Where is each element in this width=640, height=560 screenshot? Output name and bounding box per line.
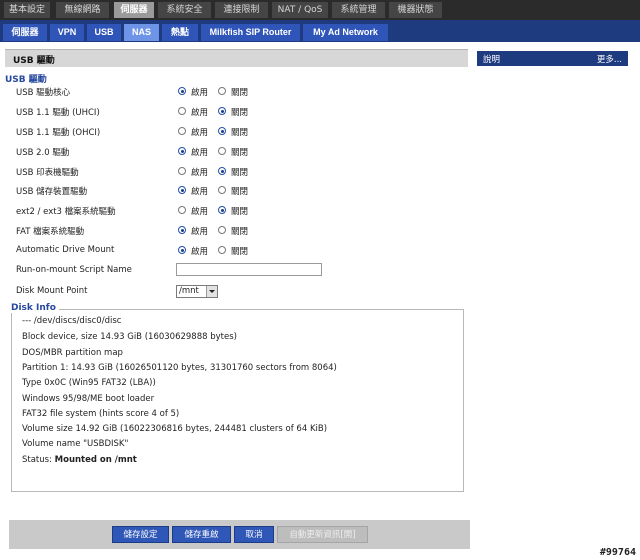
sub-nav: 伺服器 VPN USB NAS 熱點 Milkfish SIP Router M…: [0, 20, 640, 42]
enable-label: 啟用: [191, 108, 209, 118]
top-tab-status[interactable]: 機器狀態: [389, 2, 442, 18]
setting-label-usb2: USB 2.0 驅動: [16, 148, 70, 158]
ohci-enable-radio[interactable]: [178, 127, 186, 135]
ext-enable-radio[interactable]: [178, 206, 186, 214]
setting-label-fat: FAT 檔案系統驅動: [16, 227, 85, 237]
storage-disable-radio[interactable]: [218, 186, 226, 194]
disk-info-line: Partition 1: 14.93 GiB (16026501120 byte…: [22, 363, 337, 373]
help-more-link[interactable]: 更多...: [597, 53, 622, 65]
top-tab-services[interactable]: 伺服器: [114, 2, 154, 18]
panel-header: USB 驅動: [5, 49, 468, 67]
setting-label-uhci: USB 1.1 驅動 (UHCI): [16, 108, 100, 118]
disable-label: 關閉: [231, 187, 249, 197]
fat-disable-radio[interactable]: [218, 226, 226, 234]
storage-enable-radio[interactable]: [178, 186, 186, 194]
sub-tab-services[interactable]: 伺服器: [3, 24, 47, 41]
setting-label-storage: USB 儲存裝置驅動: [16, 187, 88, 197]
enable-label: 啟用: [191, 168, 209, 178]
help-panel-header: 說明 更多...: [477, 51, 628, 66]
setting-label-usb-core: USB 驅動核心: [16, 88, 71, 98]
script-name-label: Run-on-mount Script Name: [16, 265, 132, 275]
sub-tab-hotspot[interactable]: 熱點: [162, 24, 198, 41]
disk-info-line: Block device, size 14.93 GiB (1603062988…: [22, 332, 237, 342]
disable-label: 關閉: [231, 88, 249, 98]
sub-tab-usb[interactable]: USB: [87, 24, 121, 41]
disk-status-line: Status: Mounted on /mnt: [22, 455, 137, 465]
mount-point-label: Disk Mount Point: [16, 286, 88, 296]
printer-enable-radio[interactable]: [178, 167, 186, 175]
disk-info-line: Type 0x0C (Win95 FAT32 (LBA)): [22, 378, 156, 388]
disable-label: 關閉: [231, 168, 249, 178]
usb2-enable-radio[interactable]: [178, 147, 186, 155]
sub-tab-milkfish[interactable]: Milkfish SIP Router: [201, 24, 300, 41]
setting-label-automount: Automatic Drive Mount: [16, 245, 115, 255]
usb-core-enable-radio[interactable]: [178, 87, 186, 95]
top-tab-access[interactable]: 連接限制: [215, 2, 268, 18]
top-tab-basic[interactable]: 基本設定: [4, 2, 50, 18]
status-label: Status:: [22, 455, 52, 465]
top-tab-nat-qos[interactable]: NAT / QoS: [272, 2, 328, 18]
disable-label: 關閉: [231, 227, 249, 237]
ohci-disable-radio[interactable]: [218, 127, 226, 135]
usb-core-disable-radio[interactable]: [218, 87, 226, 95]
disk-info-line: Windows 95/98/ME boot loader: [22, 394, 155, 404]
fat-enable-radio[interactable]: [178, 226, 186, 234]
printer-disable-radio[interactable]: [218, 167, 226, 175]
script-name-input[interactable]: [176, 263, 322, 276]
enable-label: 啟用: [191, 207, 209, 217]
setting-label-ohci: USB 1.1 驅動 (OHCI): [16, 128, 101, 138]
auto-refresh-button[interactable]: 自動更新資訊[開]: [277, 526, 368, 543]
disk-info-line: Volume size 14.92 GiB (16022306816 bytes…: [22, 424, 328, 434]
help-title: 說明: [483, 55, 501, 65]
section-usb-driver: USB 驅動: [5, 75, 47, 85]
usb2-disable-radio[interactable]: [218, 147, 226, 155]
watermark-text: #99764: [599, 547, 636, 558]
disable-label: 關閉: [231, 247, 249, 257]
disable-label: 關閉: [231, 108, 249, 118]
setting-label-ext: ext2 / ext3 檔案系統驅動: [16, 207, 116, 217]
enable-label: 啟用: [191, 187, 209, 197]
enable-label: 啟用: [191, 128, 209, 138]
enable-label: 啟用: [191, 148, 209, 158]
disk-info-line: FAT32 file system (hints score 4 of 5): [22, 409, 180, 419]
disk-info-line: Volume name "USBDISK": [22, 439, 129, 449]
mount-point-value: /mnt: [179, 286, 199, 296]
uhci-enable-radio[interactable]: [178, 107, 186, 115]
panel-title: USB 驅動: [13, 56, 55, 66]
disable-label: 關閉: [231, 148, 249, 158]
section-disk-info: Disk Info: [11, 303, 59, 313]
chevron-down-icon: [206, 286, 217, 297]
sub-tab-nas[interactable]: NAS: [124, 24, 159, 41]
top-tab-wireless[interactable]: 無線網路: [56, 2, 109, 18]
cancel-button[interactable]: 取消: [234, 526, 274, 543]
mount-point-select[interactable]: /mnt: [176, 285, 218, 298]
enable-label: 啟用: [191, 247, 209, 257]
disk-info-line: DOS/MBR partition map: [22, 348, 123, 358]
ext-disable-radio[interactable]: [218, 206, 226, 214]
top-tab-security[interactable]: 系統安全: [158, 2, 211, 18]
enable-label: 啟用: [191, 88, 209, 98]
save-button[interactable]: 儲存設定: [112, 526, 169, 543]
enable-label: 啟用: [191, 227, 209, 237]
automount-disable-radio[interactable]: [218, 246, 226, 254]
disable-label: 關閉: [231, 128, 249, 138]
button-bar: 儲存設定 儲存重啟 取消 自動更新資訊[開]: [9, 520, 470, 549]
top-tab-admin[interactable]: 系統管理: [332, 2, 385, 18]
disk-info-line: --- /dev/discs/disc0/disc: [22, 316, 122, 326]
status-value: Mounted on /mnt: [54, 455, 137, 465]
top-nav: 基本設定 無線網路 伺服器 系統安全 連接限制 NAT / QoS 系統管理 機…: [0, 0, 640, 20]
disable-label: 關閉: [231, 207, 249, 217]
sub-tab-vpn[interactable]: VPN: [50, 24, 84, 41]
save-reboot-button[interactable]: 儲存重啟: [172, 526, 231, 543]
setting-label-printer: USB 印表機驅動: [16, 168, 79, 178]
sub-tab-ad-network[interactable]: My Ad Network: [303, 24, 388, 41]
uhci-disable-radio[interactable]: [218, 107, 226, 115]
automount-enable-radio[interactable]: [178, 246, 186, 254]
